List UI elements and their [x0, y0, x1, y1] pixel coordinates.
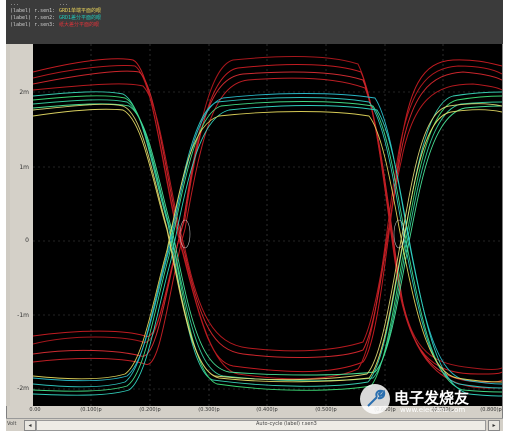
x-tick-label: (0.400)p	[256, 407, 278, 413]
eye-diagram-svg	[32, 44, 503, 406]
wrench-icon	[367, 389, 386, 407]
legend-desc: 纸大差分平面的眼	[59, 22, 100, 28]
x-tick-label: (0.200)p	[139, 407, 161, 413]
legend-item[interactable]: (label) r.sen1: GRD1单端平面的眼	[10, 8, 101, 14]
x-tick-label: (0.300)p	[198, 407, 220, 413]
watermark-brand: 电子发烧友	[394, 389, 470, 407]
y-tick-label: -2m	[17, 385, 29, 392]
left-strip	[6, 44, 10, 406]
unit-label: Volt	[7, 421, 17, 427]
y-tick-label: 1m	[19, 164, 29, 171]
x-tick-label: (0.500)p	[315, 407, 337, 413]
legend-desc: GRD1单端平面的眼	[59, 8, 102, 14]
legend-name: (label) r.sen1:	[10, 8, 56, 14]
scroll-label: Auto-cycle (label) r.sen3	[256, 421, 317, 427]
red-traces	[32, 56, 503, 389]
legend-panel: ... ... (label) r.sen1: GRD1单端平面的眼 (labe…	[6, 0, 503, 45]
horizontal-scrollbar[interactable]: ◂ Auto-cycle (label) r.sen3 ▸	[6, 418, 503, 431]
y-tick-label: 2m	[19, 89, 29, 96]
legend-name: (label) r.sen3:	[10, 22, 56, 28]
eye-diagram-plot[interactable]	[32, 44, 503, 406]
legend-item[interactable]: ... ...	[10, 1, 68, 7]
watermark: 电子发烧友 www.elecfans.com	[360, 384, 500, 418]
legend-desc: GRD1差分平面的眼	[59, 15, 102, 21]
x-tick-label: (0.100)p	[80, 407, 102, 413]
scroll-right-button[interactable]: ▸	[488, 420, 500, 431]
x-tick-label: 0.00	[29, 407, 41, 413]
legend-name: ...	[10, 1, 20, 7]
watermark-url: www.elecfans.com	[400, 406, 466, 414]
legend-item[interactable]: (label) r.sen3: 纸大差分平面的眼	[10, 22, 99, 28]
y-axis: 2m 1m 0 -1m -2m	[6, 44, 34, 406]
legend-name: (label) r.sen2:	[10, 15, 56, 21]
scroll-left-button[interactable]: ◂	[24, 420, 36, 431]
legend-item[interactable]: (label) r.sen2: GRD1差分平面的眼	[10, 15, 101, 21]
legend-desc: ...	[59, 1, 69, 7]
y-tick-label: -1m	[17, 312, 29, 319]
y-tick-label: 0	[25, 237, 29, 244]
watermark-logo-icon	[360, 384, 390, 414]
